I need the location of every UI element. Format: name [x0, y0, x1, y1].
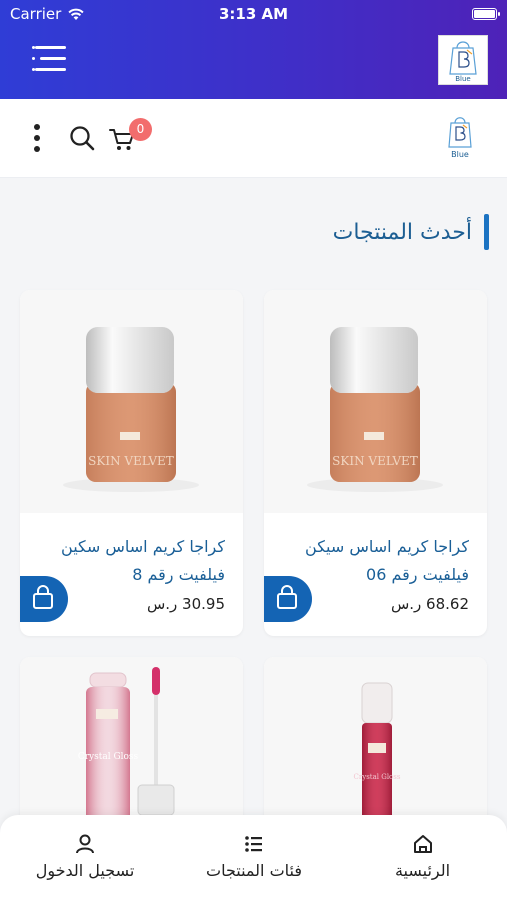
- nav-categories[interactable]: فئات المنتجات: [190, 815, 318, 900]
- nav-categories-label: فئات المنتجات: [206, 861, 302, 880]
- store-logo: Blue: [448, 117, 472, 159]
- section-header: أحدث المنتجات: [333, 214, 489, 250]
- section-title: أحدث المنتجات: [332, 219, 472, 245]
- product-image[interactable]: SKIN VELVET: [20, 290, 243, 513]
- add-to-cart-button[interactable]: [264, 576, 312, 622]
- app-bar: Carrier 3:13 AM Blue: [0, 0, 507, 99]
- product-price: 30.95 ر.س: [146, 595, 225, 613]
- svg-text:Crystal Gloss: Crystal Gloss: [354, 773, 401, 781]
- app-logo: Blue: [438, 35, 488, 85]
- svg-text:SKIN VELVET: SKIN VELVET: [88, 454, 174, 468]
- list-icon: [245, 836, 262, 852]
- user-icon: [76, 834, 94, 854]
- product-image[interactable]: SKIN VELVET: [264, 290, 487, 513]
- shopping-bag-logo-icon: Blue: [449, 41, 477, 83]
- battery-icon: [472, 8, 500, 20]
- add-to-cart-button[interactable]: [20, 576, 68, 622]
- shopping-bag-icon: [33, 585, 53, 609]
- product-card[interactable]: SKIN VELVET كراجا كريم اساس سكين فيلفيت …: [20, 290, 243, 636]
- search-icon[interactable]: [68, 124, 96, 152]
- more-options-icon[interactable]: [30, 123, 44, 153]
- home-icon: [413, 835, 432, 853]
- nav-login-label: تسجيل الدخول: [35, 861, 135, 880]
- nav-login[interactable]: تسجيل الدخول: [20, 815, 150, 900]
- cart-count-badge: 0: [129, 118, 152, 141]
- foundation-jar-image: SKIN VELVET: [63, 327, 199, 492]
- bottom-navigation: الرئيسية فئات المنتجات تسجيل الدخول: [0, 815, 507, 900]
- svg-text:Crystal Gloss: Crystal Gloss: [78, 752, 139, 762]
- shopping-bag-icon: [277, 585, 297, 609]
- toolbar: 0 Blue: [0, 99, 507, 178]
- foundation-jar-image: SKIN VELVET: [307, 327, 443, 492]
- logo-text: Blue: [455, 75, 471, 83]
- product-card[interactable]: SKIN VELVET كراجا كريم اساس سيكن فيلفيت …: [264, 290, 487, 636]
- status-bar: Carrier 3:13 AM: [0, 0, 507, 28]
- product-price: 68.62 ر.س: [390, 595, 469, 613]
- svg-text:SKIN VELVET: SKIN VELVET: [332, 454, 418, 468]
- nav-home[interactable]: الرئيسية: [360, 815, 485, 900]
- section-accent-bar: [484, 214, 489, 250]
- menu-icon[interactable]: [32, 42, 66, 76]
- nav-home-label: الرئيسية: [394, 861, 451, 880]
- status-time: 3:13 AM: [218, 5, 289, 23]
- store-logo-text: Blue: [451, 150, 469, 159]
